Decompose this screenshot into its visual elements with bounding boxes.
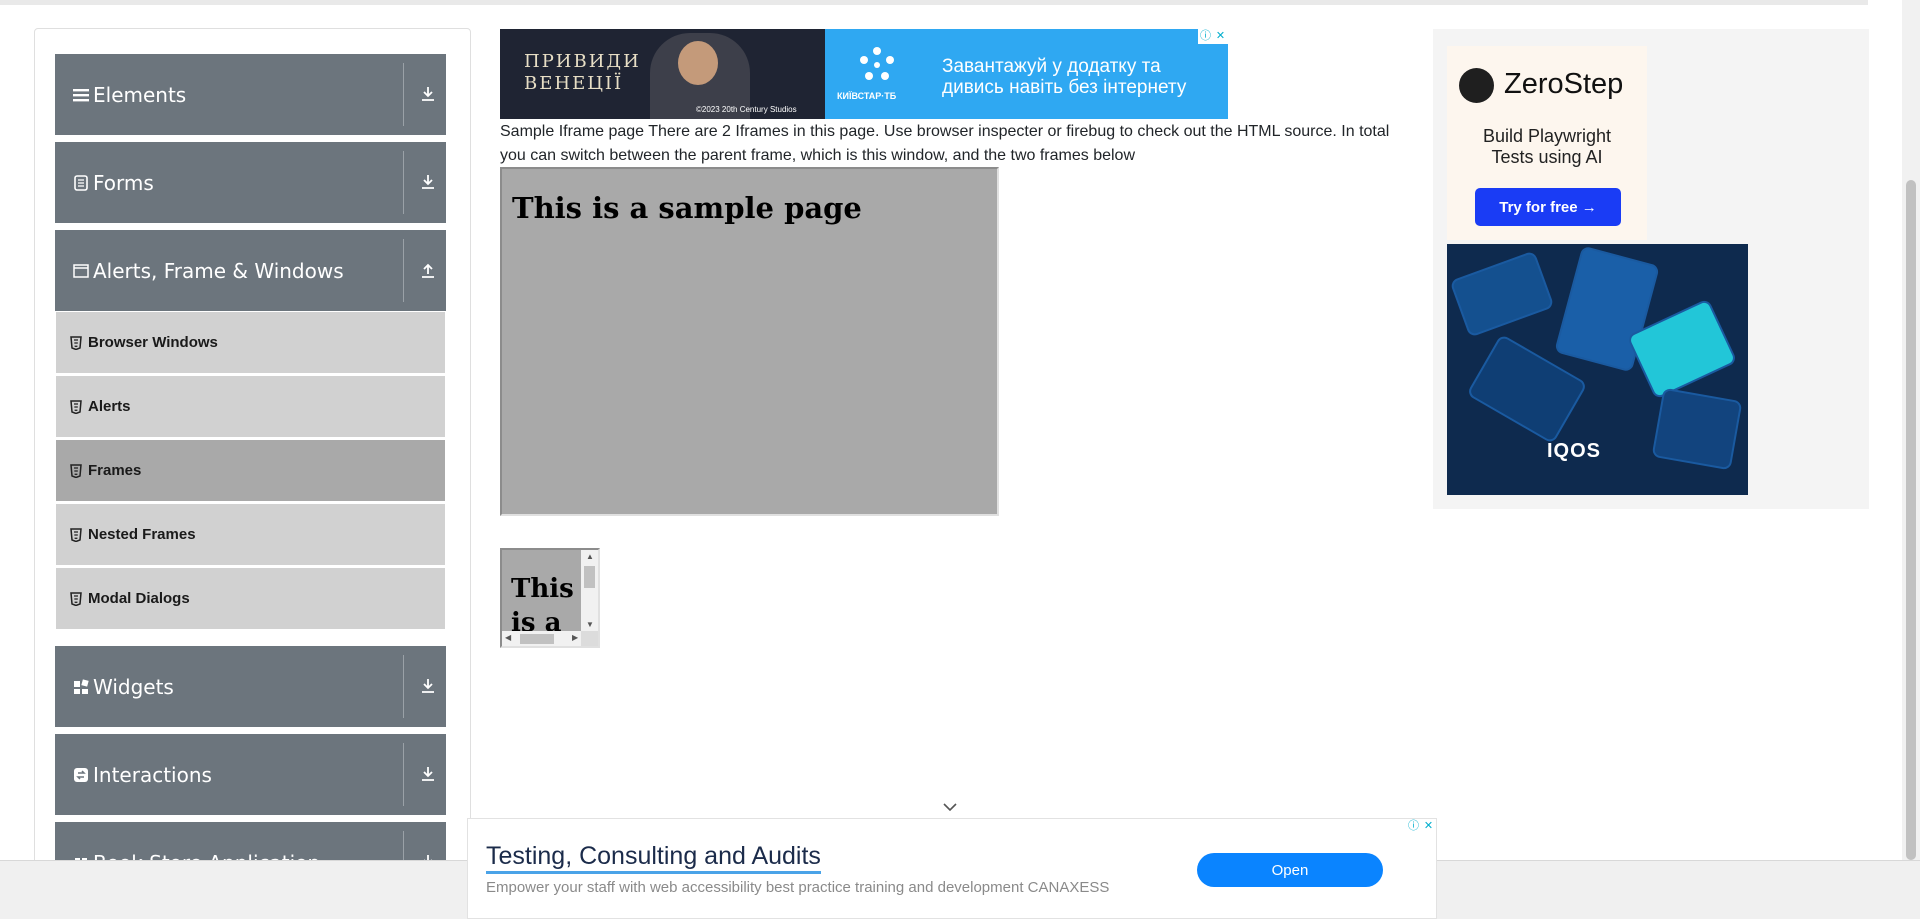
group-label: Alerts, Frame & Windows [93,258,344,283]
ad-headline[interactable]: Testing, Consulting and Audits [486,841,821,874]
divider [403,151,404,214]
brand-name: КИЇВСТАР·ТБ [837,91,897,101]
html5-icon [70,399,82,414]
zerostep-logo-icon [1459,68,1494,103]
menu-item-label: Modal Dialogs [88,590,190,607]
scroll-thumb[interactable] [584,566,595,588]
download-icon[interactable] [418,172,438,192]
scroll-thumb[interactable] [520,634,554,644]
group-label: Elements [93,82,187,107]
top-strip [0,0,1868,5]
scroll-right-icon[interactable]: ▶ [572,633,578,642]
form-icon [73,174,89,191]
scroll-up-icon[interactable]: ▲ [586,552,594,561]
interactions-icon [73,767,89,783]
group-label: Forms [93,170,154,195]
iqos-logo: IQOS [1547,440,1602,462]
menu-item-label: Browser Windows [88,334,218,351]
scroll-thumb[interactable] [1906,180,1916,860]
movie-ad[interactable]: ПРИВИДИ ВЕНЕЦІЇ ©2023 20th Century Studi… [500,29,825,119]
kyivstar-ad[interactable]: КИЇВСТАР·ТБ Завантажуй у додатку та диви… [825,29,1228,119]
scroll-left-icon[interactable]: ◀ [505,633,511,642]
frame-heading: This is a sample page [512,191,862,225]
window-icon [73,263,89,279]
top-banner-ad[interactable]: ПРИВИДИ ВЕНЕЦІЇ ©2023 20th Century Studi… [500,29,1228,119]
ad-subtitle: Build Playwright Tests using AI [1482,126,1612,167]
sidebar-group-forms[interactable]: Forms [55,142,446,223]
group-label: Widgets [93,674,174,699]
info-icon[interactable]: ⓘ [1406,819,1421,834]
menu-icon [73,87,89,103]
menu-item-nested-frames[interactable]: Nested Frames [56,503,445,565]
ad-description: Empower your staff with web accessibilit… [486,879,1110,896]
chevron-down-icon[interactable] [942,802,958,812]
html5-icon [70,335,82,350]
bottom-ad[interactable]: Testing, Consulting and Audits Empower y… [467,818,1437,919]
menu-item-modal-dialogs[interactable]: Modal Dialogs [56,567,445,629]
divider [403,239,404,302]
iframe-1[interactable]: This is a sample page [500,167,999,516]
movie-title: ПРИВИДИ ВЕНЕЦІЇ [524,51,641,94]
sidebar-group-elements[interactable]: Elements [55,54,446,135]
download-icon[interactable] [418,84,438,104]
group-label: Interactions [93,762,212,787]
menu-item-alerts[interactable]: Alerts [56,375,445,437]
html5-icon [70,527,82,542]
scroll-down-icon[interactable]: ▼ [586,620,594,629]
divider [403,63,404,126]
kyivstar-logo-icon [860,47,894,80]
poster-face [678,41,718,85]
horizontal-scrollbar[interactable]: ◀ ▶ [502,631,585,646]
frame-heading: This is a [511,574,574,638]
menu-item-label: Alerts [88,398,131,415]
download-icon[interactable] [418,676,438,696]
suitcase-image [1449,250,1555,338]
html5-icon [70,591,82,606]
close-icon[interactable]: ✕ [1213,29,1228,44]
ad-brand: ZeroStep [1504,68,1624,100]
zerostep-ad[interactable]: ZeroStep Build Playwright Tests using AI… [1447,46,1647,240]
sidebar-group-interactions[interactable]: Interactions [55,734,446,815]
ad-choices[interactable]: ⓘ ✕ [1198,29,1228,44]
divider [403,655,404,718]
menu-item-label: Frames [88,462,142,479]
sidebar-group-widgets[interactable]: Widgets [55,646,446,727]
html5-icon [70,463,82,478]
download-icon[interactable] [418,764,438,784]
scrollbar-corner [581,631,598,646]
info-icon[interactable]: ⓘ [1198,29,1213,44]
widgets-icon [73,678,89,695]
upload-icon[interactable] [418,260,438,280]
divider [403,743,404,806]
ad-tagline: Завантажуй у додатку та дивись навіть бе… [942,56,1187,98]
try-for-free-button[interactable]: Try for free → [1475,188,1621,226]
iframe-2[interactable]: This is a ▲ ▼ ◀ ▶ [500,548,600,648]
close-icon[interactable]: ✕ [1421,819,1436,834]
menu-item-label: Nested Frames [88,526,196,543]
ad-choices[interactable]: ⓘ ✕ [1406,819,1436,834]
page-description: Sample Iframe page There are 2 Iframes i… [500,123,1390,164]
sidebar-group-alerts-frame-windows[interactable]: Alerts, Frame & Windows [55,230,446,311]
open-button[interactable]: Open [1197,853,1383,887]
page-scrollbar[interactable] [1902,0,1920,860]
menu-item-browser-windows[interactable]: Browser Windows [56,311,445,373]
iqos-ad[interactable]: IQOS [1447,244,1748,495]
suitcase-image [1651,387,1743,471]
menu-item-frames[interactable]: Frames [56,439,445,501]
vertical-scrollbar[interactable]: ▲ ▼ [581,550,598,633]
studio-credit: ©2023 20th Century Studios [696,105,797,114]
